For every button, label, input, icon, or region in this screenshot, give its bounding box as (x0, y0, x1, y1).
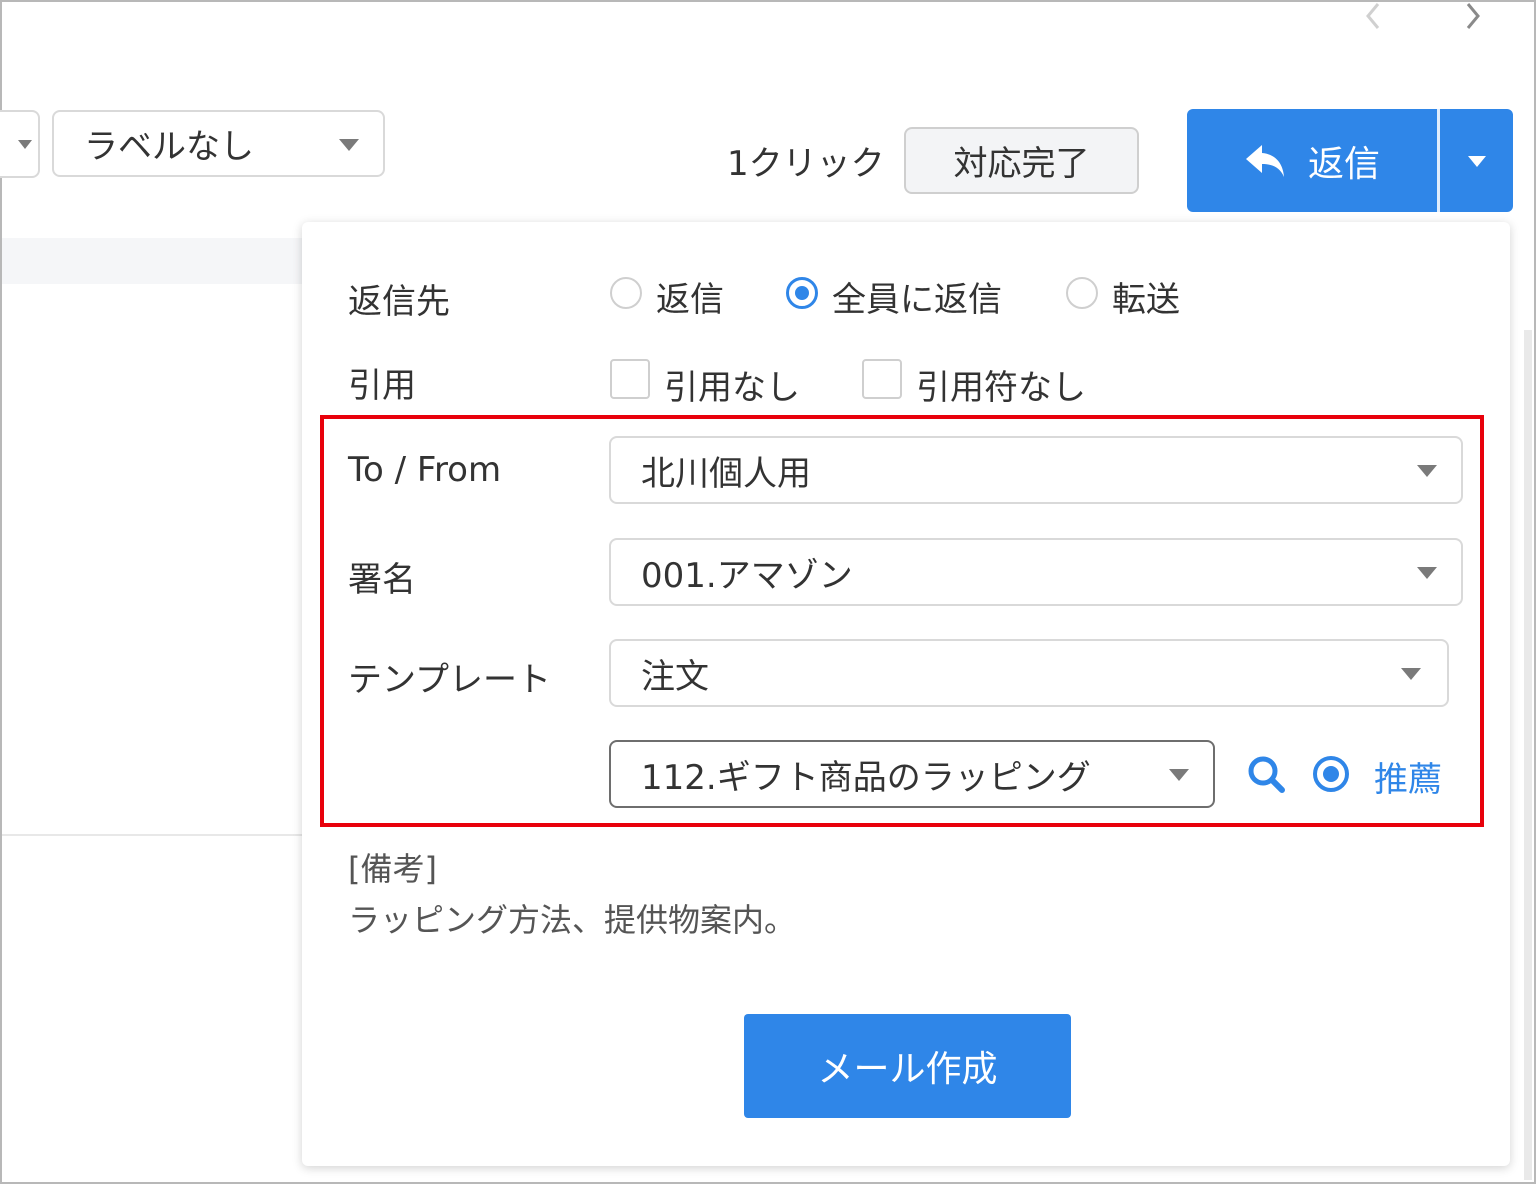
note-heading: [備考] (348, 850, 437, 888)
caret-down-icon (339, 138, 359, 151)
done-button[interactable]: 対応完了 (904, 127, 1139, 194)
quote-label: 引用 (348, 366, 416, 406)
radio-reply-label[interactable]: 返信 (656, 272, 724, 321)
compose-mail-button[interactable]: メール作成 (744, 1014, 1071, 1118)
reply-to-label: 返信先 (348, 282, 450, 322)
caret-down-icon (18, 140, 32, 149)
reply-dropdown-toggle[interactable] (1440, 109, 1513, 212)
reply-button-label: 返信 (1307, 143, 1380, 185)
background-row (2, 238, 302, 284)
label-filter-select[interactable]: ラベルなし (52, 110, 385, 177)
chevron-right-icon[interactable] (1460, 0, 1490, 36)
background-scroll-edge (1524, 330, 1532, 1180)
reply-button-group: 返信 (1187, 109, 1513, 212)
caret-down-icon (1468, 156, 1486, 167)
filter-select-partial[interactable] (0, 110, 40, 178)
radio-reply-all[interactable] (786, 277, 818, 309)
one-click-text: 1クリック (727, 144, 885, 184)
checkbox-no-quote-label[interactable]: 引用なし (664, 360, 800, 409)
highlight-box (320, 415, 1484, 827)
checkbox-no-quote[interactable] (610, 359, 650, 399)
background-divider (2, 834, 302, 836)
checkbox-no-quote-mark-label[interactable]: 引用符なし (916, 360, 1086, 409)
radio-forward-label[interactable]: 転送 (1112, 272, 1180, 321)
radio-reply-all-label[interactable]: 全員に返信 (832, 272, 1002, 321)
chevron-left-icon[interactable] (1358, 0, 1388, 36)
reply-icon (1245, 144, 1284, 177)
checkbox-no-quote-mark[interactable] (862, 359, 902, 399)
label-filter-value: ラベルなし (84, 127, 254, 167)
note-body: ラッピング方法、提供物案内。 (348, 901, 797, 939)
reply-button[interactable]: 返信 (1187, 109, 1437, 212)
radio-forward[interactable] (1066, 277, 1098, 309)
radio-reply[interactable] (610, 277, 642, 309)
